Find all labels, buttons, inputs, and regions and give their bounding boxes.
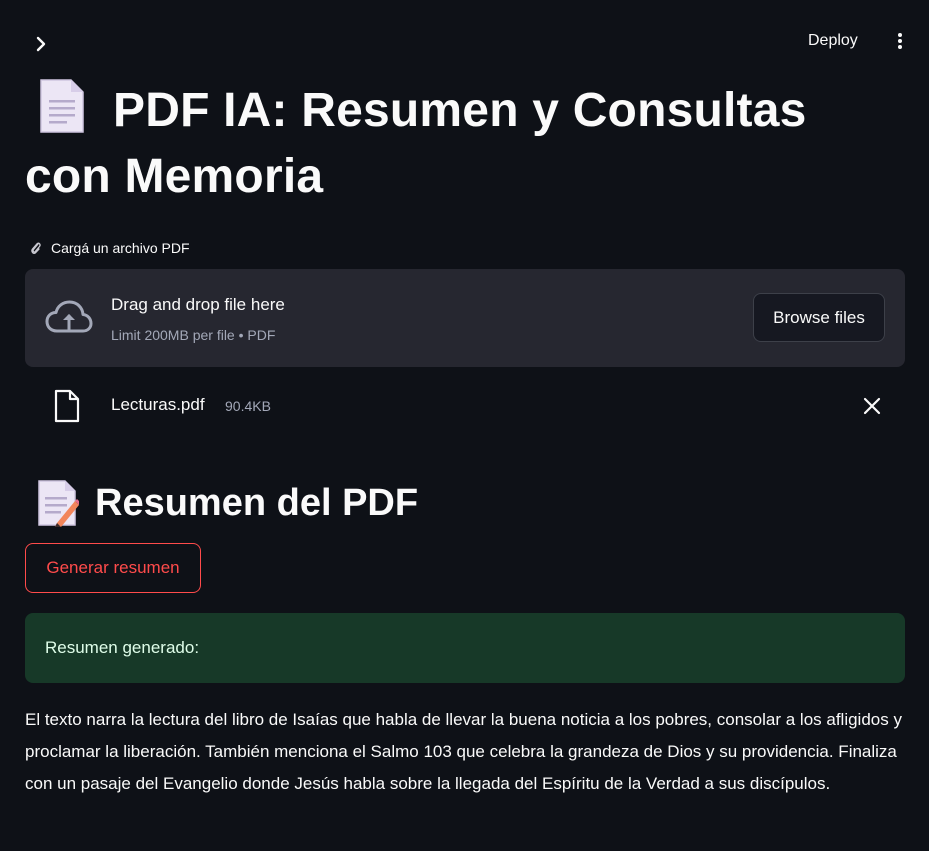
- paperclip-icon: [31, 242, 41, 254]
- cloud-upload-icon: [45, 300, 93, 333]
- deploy-button[interactable]: Deploy: [808, 28, 858, 54]
- page-title-text: PDF IA: Resumen y Consultas con Memoria: [25, 84, 807, 203]
- chevron-right-icon: [36, 36, 46, 52]
- kebab-menu-icon: [898, 33, 902, 49]
- uploaded-file-name: Lecturas.pdf: [111, 395, 205, 414]
- success-alert: Resumen generado:: [25, 613, 905, 683]
- memo-icon: [38, 480, 79, 527]
- summary-section-title-text: Resumen del PDF: [95, 481, 419, 524]
- uploaded-file-item: Lecturas.pdf 90.4KB: [25, 367, 905, 447]
- uploaded-file-size: 90.4KB: [225, 398, 271, 414]
- generate-summary-button[interactable]: Generar resumen: [25, 543, 201, 593]
- browse-files-button[interactable]: Browse files: [753, 293, 885, 342]
- main-menu-button[interactable]: [890, 28, 910, 54]
- uploader-label-text: Cargá un archivo PDF: [51, 240, 190, 256]
- uploader-label: Cargá un archivo PDF: [25, 237, 905, 259]
- page-facing-up-icon: [40, 79, 84, 133]
- summary-section-title: Resumen del PDF: [25, 475, 905, 531]
- file-icon: [54, 389, 80, 423]
- top-toolbar: Deploy: [0, 0, 929, 80]
- close-icon[interactable]: [861, 395, 883, 417]
- dropzone-limit-text: Limit 200MB per file • PDF: [111, 327, 276, 343]
- success-alert-text: Resumen generado:: [45, 638, 200, 657]
- sidebar-toggle-button[interactable]: [30, 32, 52, 56]
- file-dropzone[interactable]: Drag and drop file here Limit 200MB per …: [25, 269, 905, 367]
- dropzone-instructions: Drag and drop file here: [111, 295, 285, 314]
- page-title: PDF IA: Resumen y Consultas con Memoria: [25, 78, 905, 210]
- main-content: PDF IA: Resumen y Consultas con Memoria …: [25, 78, 905, 800]
- summary-text: El texto narra la lectura del libro de I…: [25, 710, 902, 793]
